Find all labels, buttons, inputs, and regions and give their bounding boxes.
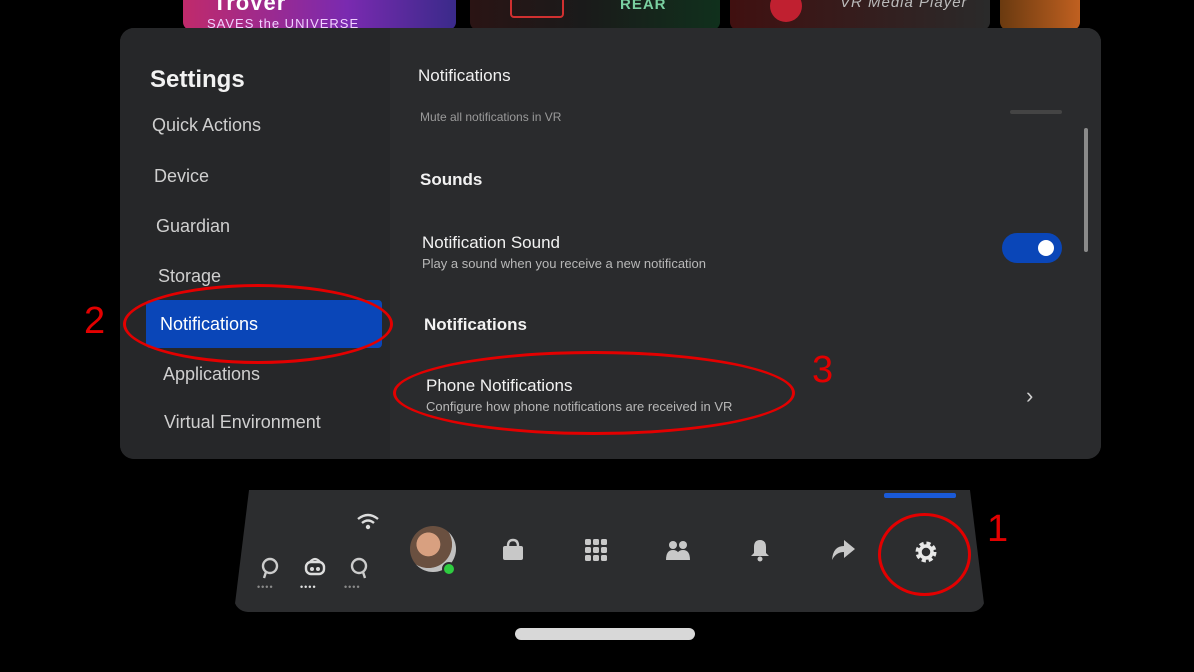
wanted-badge <box>510 0 564 18</box>
settings-sidebar: Settings Quick Actions Device Guardian S… <box>120 28 390 459</box>
annotation-ellipse-settings <box>878 513 971 596</box>
battery-dots: •••• <box>257 582 274 592</box>
row-subtitle: Play a sound when you receive a new noti… <box>422 256 707 271</box>
people-icon[interactable] <box>663 538 693 567</box>
partial-toggle <box>1010 110 1062 114</box>
annotation-number-3: 3 <box>812 349 834 391</box>
headset-icon[interactable] <box>300 556 330 583</box>
bell-icon[interactable] <box>745 538 775 567</box>
app-logo-icon <box>770 0 802 22</box>
annotation-ellipse-phone-notifications <box>393 351 795 435</box>
app-tile-trover[interactable]: Trover SAVES the UNIVERSE <box>183 0 456 30</box>
annotation-number-1: 1 <box>987 508 1009 550</box>
notification-sound-toggle[interactable] <box>1002 233 1062 263</box>
toggle-knob <box>1038 240 1054 256</box>
row-title: Notification Sound <box>422 233 560 252</box>
app-tile-game[interactable]: REAR <box>470 0 720 30</box>
app-tile-other[interactable] <box>1000 0 1080 30</box>
online-status-dot <box>442 562 456 576</box>
annotation-number-2: 2 <box>84 300 106 342</box>
active-app-indicator <box>884 493 956 498</box>
battery-dots: •••• <box>300 582 317 592</box>
section-header-sounds: Sounds <box>420 170 483 189</box>
sidebar-item-virtual-environment[interactable]: Virtual Environment <box>164 412 321 433</box>
app-tile-media-player[interactable]: VR Media Player <box>730 0 990 30</box>
chevron-right-icon[interactable]: › <box>1026 383 1033 409</box>
sidebar-item-guardian[interactable]: Guardian <box>156 216 230 237</box>
store-icon[interactable] <box>498 538 528 567</box>
battery-dots: •••• <box>344 582 361 592</box>
tile-text: VR Media Player <box>840 0 968 11</box>
content-title: Notifications <box>418 66 511 85</box>
mute-all-row[interactable]: Mute all notifications in VR <box>420 110 561 124</box>
sidebar-item-storage[interactable]: Storage <box>158 266 221 287</box>
content-scrollbar[interactable] <box>1084 128 1088 252</box>
right-controller-icon[interactable] <box>344 556 374 585</box>
annotation-ellipse-notifications <box>123 284 393 364</box>
sidebar-item-device[interactable]: Device <box>154 166 209 187</box>
tile-title: Trover <box>213 0 287 15</box>
wifi-icon <box>353 512 383 537</box>
sidebar-item-applications[interactable]: Applications <box>163 364 260 385</box>
settings-title: Settings <box>150 66 245 93</box>
section-header-notifications: Notifications <box>424 315 527 334</box>
home-indicator-bar[interactable] <box>515 628 695 640</box>
share-icon[interactable] <box>828 538 858 567</box>
apps-grid-icon[interactable] <box>581 538 611 567</box>
tile-text: REAR <box>620 0 667 13</box>
sidebar-item-quick-actions[interactable]: Quick Actions <box>152 115 261 136</box>
left-controller-icon[interactable] <box>255 556 285 585</box>
